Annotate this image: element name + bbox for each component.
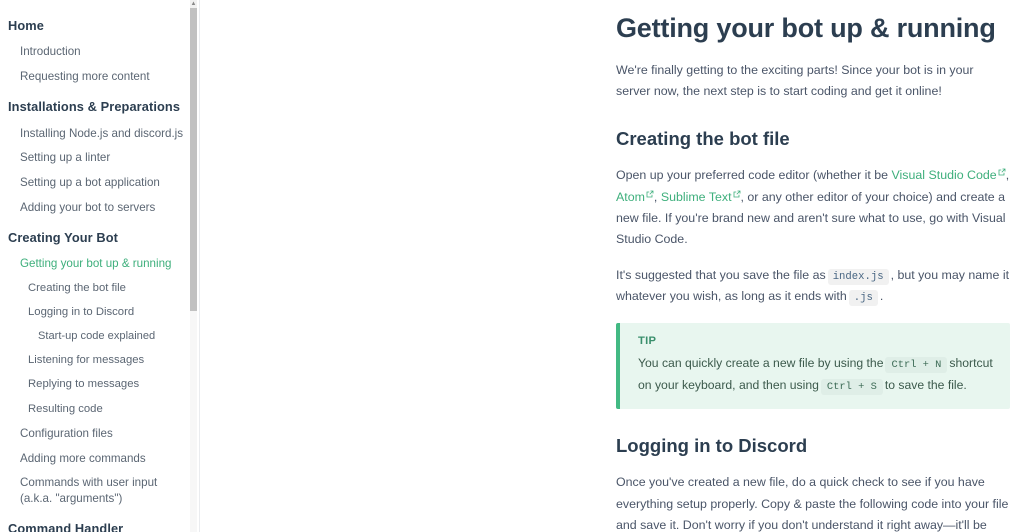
article-container: Getting your bot up & running We're fina…: [616, 12, 1010, 532]
filename-suggestion-paragraph: It's suggested that you save the file as…: [616, 265, 1010, 308]
documentation-page: Home Introduction Requesting more conten…: [0, 0, 1024, 532]
tip-body: You can quickly create a new file by usi…: [638, 353, 994, 397]
section-heading-creating-bot-file: Creating the bot file: [616, 128, 790, 150]
sidebar-item-resulting-code[interactable]: Resulting code: [0, 397, 199, 421]
sidebar-item-logging-in-to-discord[interactable]: Logging in to Discord: [0, 300, 199, 324]
sidebar-item-replying-to-messages[interactable]: Replying to messages: [0, 373, 199, 397]
logging-in-paragraph: Once you've created a new file, do a qui…: [616, 475, 1009, 532]
sidebar-group-title: Creating Your Bot: [8, 229, 119, 245]
link-label: Sublime Text: [660, 189, 732, 204]
paragraph-text: .: [879, 289, 884, 304]
tip-label: TIP: [638, 335, 657, 348]
kbd-shortcut-new-file: Ctrl + N: [885, 357, 948, 374]
link-atom[interactable]: Atom: [616, 190, 654, 204]
paragraph-text: It's suggested that you save the file as: [616, 267, 826, 282]
sidebar-item-creating-the-bot-file[interactable]: Creating the bot file: [0, 276, 199, 300]
sidebar-item-introduction[interactable]: Introduction: [0, 40, 199, 65]
section-heading-logging-in-to-discord: Logging in to Discord: [616, 435, 808, 457]
sidebar-item-installing-nodejs[interactable]: Installing Node.js and discord.js: [0, 121, 199, 146]
inline-code-js-extension: .js: [848, 290, 878, 307]
tip-text: to save the file.: [884, 378, 967, 393]
external-link-icon: [998, 168, 1006, 176]
paragraph-text: Open up your preferred code editor (whet…: [616, 168, 892, 183]
main-content: Getting your bot up & running We're fina…: [200, 0, 1024, 532]
separator-text: ,: [1005, 168, 1010, 183]
link-label: Atom: [616, 189, 645, 204]
sidebar-group-title: Home: [8, 18, 44, 33]
sidebar-item-listening-for-messages[interactable]: Listening for messages: [0, 349, 199, 373]
sidebar-group-installations: Installations & Preparations Installing …: [0, 98, 199, 219]
tip-text: You can quickly create a new file by usi…: [638, 356, 884, 371]
link-visual-studio-code[interactable]: Visual Studio Code: [892, 168, 1006, 182]
scroll-up-arrow-icon[interactable]: ▲: [190, 0, 197, 8]
sidebar-group-title: Command Handler: [8, 520, 124, 532]
sidebar-item-commands-with-user-input[interactable]: Commands with user input (a.k.a. "argume…: [0, 471, 199, 511]
sidebar-group-home: Home Introduction Requesting more conten…: [0, 17, 199, 89]
kbd-shortcut-save-file: Ctrl + S: [820, 379, 883, 396]
separator-text: ,: [653, 189, 661, 204]
page-title: Getting your bot up & running: [616, 13, 996, 43]
inline-code-index-js: index.js: [827, 268, 889, 285]
sidebar-group-title: Installations & Preparations: [8, 99, 181, 115]
link-sublime-text[interactable]: Sublime Text: [661, 190, 741, 204]
tip-callout: TIP You can quickly create a new file by…: [616, 323, 1010, 410]
sidebar-item-getting-bot-up-and-running[interactable]: Getting your bot up & running: [0, 252, 199, 277]
sidebar-item-adding-bot-to-servers[interactable]: Adding your bot to servers: [0, 195, 199, 220]
intro-paragraph: We're finally getting to the exciting pa…: [616, 62, 974, 99]
sidebar-group-command-handler: Command Handler Command handling Dynamic…: [0, 520, 199, 532]
link-label: Visual Studio Code: [891, 168, 997, 183]
sidebar-item-start-up-code-explained[interactable]: Start-up code explained: [0, 325, 199, 349]
sidebar-item-requesting-more-content[interactable]: Requesting more content: [0, 65, 199, 90]
sidebar-item-configuration-files[interactable]: Configuration files: [0, 421, 199, 446]
sidebar-scrollbar-thumb[interactable]: [190, 8, 197, 311]
editor-choice-paragraph: Open up your preferred code editor (whet…: [616, 165, 1010, 250]
sidebar-item-adding-more-commands[interactable]: Adding more commands: [0, 446, 199, 471]
sidebar-navigation[interactable]: Home Introduction Requesting more conten…: [0, 0, 200, 532]
sidebar-group-creating-your-bot: Creating Your Bot Getting your bot up & …: [0, 229, 199, 511]
external-link-icon: [646, 190, 654, 198]
sidebar-item-setting-up-linter[interactable]: Setting up a linter: [0, 146, 199, 171]
external-link-icon: [733, 190, 741, 198]
sidebar-content: Home Introduction Requesting more conten…: [0, 17, 199, 532]
sidebar-item-setting-up-bot-application[interactable]: Setting up a bot application: [0, 170, 199, 195]
